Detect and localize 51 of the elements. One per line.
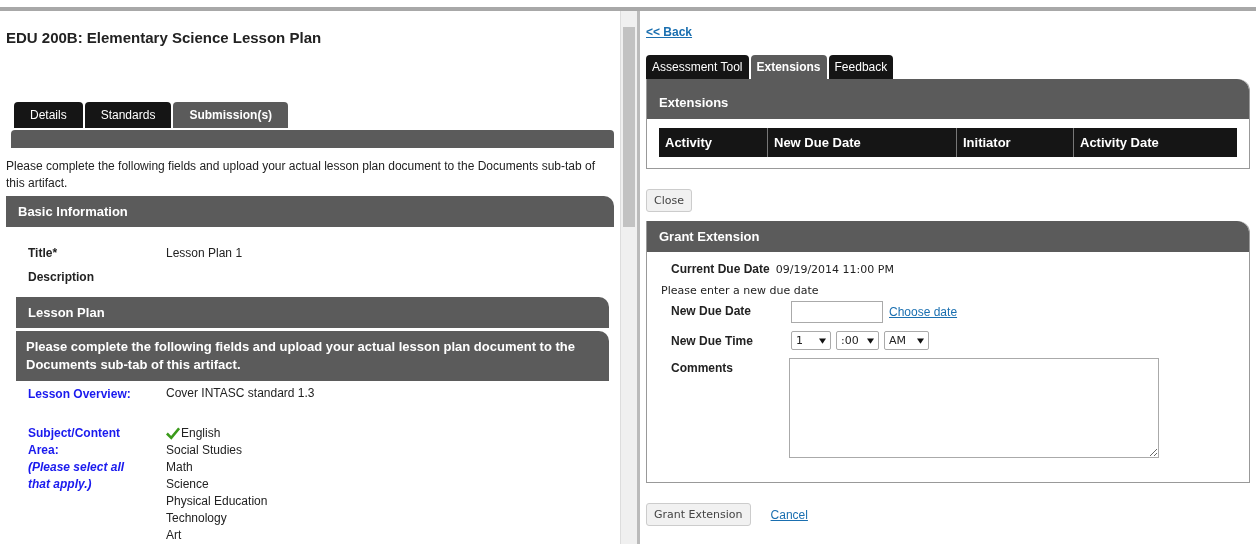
minute-select[interactable]: :00: [836, 331, 879, 350]
tab[interactable]: Submission(s): [173, 102, 289, 128]
option-label: Technology: [166, 510, 227, 527]
date-field[interactable]: [791, 301, 883, 323]
scrollbar[interactable]: [620, 11, 637, 544]
option-label: Physical Education: [166, 493, 268, 510]
section-header: Extensions: [647, 79, 1249, 119]
field-value: 09/19/2014 11:00 PM: [775, 263, 894, 276]
prompt-text: Please enter a new due date: [661, 284, 820, 297]
section-header: Lesson Plan: [16, 297, 609, 328]
period-select[interactable]: AM: [884, 331, 929, 350]
field-label: Current Due Date: [671, 262, 770, 276]
intro-text: Please complete the following fields and upload your actual lesson plan document to the Documents sub-tab of this artifact.: [6, 158, 597, 192]
tab[interactable]: Assessment Tool: [646, 55, 749, 79]
hour-select[interactable]: 1: [791, 331, 831, 350]
page-title: EDU 200B: Elementary Science Lesson Plan: [6, 29, 323, 46]
field-label: New Due Time: [671, 333, 754, 348]
column-header: New Due Date: [768, 128, 957, 157]
section-header: Grant Extension: [647, 221, 1249, 252]
back-link[interactable]: << Back: [646, 25, 693, 39]
field-label: Comments: [671, 360, 734, 375]
field-label: Description: [28, 270, 95, 284]
caret-icon: [867, 337, 874, 344]
field-label: Lesson Overview:: [28, 386, 132, 403]
caret-icon: [819, 337, 826, 344]
column-header: Activity Date: [1079, 134, 1160, 152]
option-label: English: [181, 425, 221, 442]
comments-field[interactable]: [789, 358, 1159, 458]
field-label: Title*: [28, 246, 59, 260]
instruction-header: Please complete the following fields and upload your actual lesson plan document to the Documents sub-tab of this artifact.: [16, 331, 609, 381]
close-button[interactable]: Close: [646, 189, 692, 212]
column-header: Activity: [659, 128, 768, 157]
tab[interactable]: Details: [14, 102, 83, 128]
field-label: New Due Date: [671, 303, 753, 318]
field-label: Subject/Content Area:: [28, 425, 121, 459]
choose-date-link[interactable]: Choose date: [889, 305, 958, 319]
column-header: Initiator: [957, 128, 1074, 157]
grant-extension-button[interactable]: Grant Extension: [646, 503, 751, 526]
cancel-link[interactable]: Cancel: [770, 507, 808, 522]
tab[interactable]: Feedback: [828, 55, 894, 79]
field-value: Lesson Plan 1: [166, 246, 243, 260]
caret-icon: [917, 337, 924, 344]
option-label: Social Studies: [166, 442, 243, 459]
option-label: Science: [166, 476, 209, 493]
tab[interactable]: Standards: [84, 102, 172, 128]
option-label: Art: [166, 527, 182, 544]
tab[interactable]: Extensions: [750, 55, 827, 79]
field-value: Cover INTASC standard 1.3: [166, 386, 315, 402]
option-label: Math: [166, 459, 193, 476]
section-header: Basic Information: [6, 196, 614, 227]
field-hint: (Please select all that apply.): [28, 459, 126, 493]
